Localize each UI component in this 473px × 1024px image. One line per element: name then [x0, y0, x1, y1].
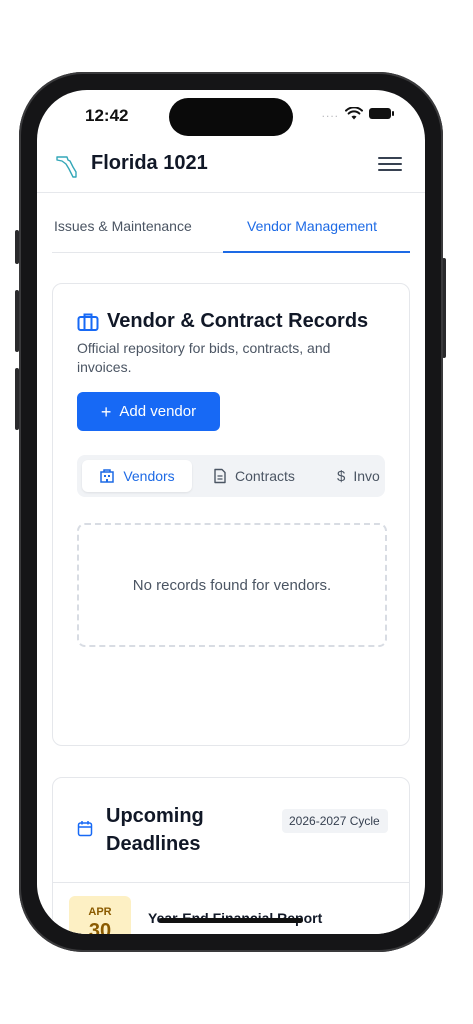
status-time: 12:42 — [85, 106, 129, 125]
battery-icon — [369, 107, 394, 119]
building-icon — [100, 469, 115, 483]
card-header: Vendor & Contract Records — [77, 310, 368, 333]
records-subtabs: Vendors Contracts $ Invo — [77, 455, 385, 497]
main-tabs: Issues & Maintenance Vendor Management — [52, 208, 410, 253]
hamburger-menu-icon[interactable] — [378, 153, 402, 175]
signal-icon: .... — [321, 106, 339, 120]
subtab-vendors[interactable]: Vendors — [82, 460, 192, 492]
dollar-icon: $ — [337, 467, 346, 485]
briefcase-icon — [77, 313, 99, 331]
subtab-contracts-label: Contracts — [235, 468, 295, 484]
upcoming-deadlines-card: Upcoming Deadlines 2026-2027 Cycle APR 3… — [52, 777, 410, 934]
cycle-badge: 2026-2027 Cycle — [282, 809, 388, 833]
active-tab-indicator — [223, 251, 410, 253]
subtab-contracts[interactable]: Contracts — [213, 460, 295, 492]
florida-state-outline-icon — [56, 156, 77, 178]
deadline-date-chip: APR 30 — [69, 896, 131, 934]
subtab-vendors-label: Vendors — [123, 468, 175, 484]
card-title: Vendor & Contract Records — [107, 310, 369, 332]
empty-state: No records found for vendors. — [77, 523, 387, 647]
home-indicator — [159, 918, 303, 923]
phone-screen: 12:42 .... Florida 1021 Issues & Mainten… — [37, 90, 425, 934]
status-icons: .... — [321, 106, 394, 120]
dynamic-island — [169, 98, 293, 136]
plus-icon: + — [100, 401, 112, 422]
wifi-icon — [345, 106, 363, 119]
app-title: Florida 1021 — [91, 152, 208, 174]
calendar-icon — [77, 821, 93, 837]
deadlines-divider — [53, 882, 409, 883]
vendor-contract-records-card: Vendor & Contract Records Official repos… — [52, 283, 410, 746]
card-description: Official repository for bids, contracts,… — [77, 340, 331, 375]
deadline-day: 30 — [88, 920, 112, 934]
empty-state-message: No records found for vendors. — [132, 576, 332, 594]
document-icon — [214, 468, 226, 484]
subtab-invoices-label: Invo — [353, 468, 380, 484]
tab-issues-maintenance[interactable]: Issues & Maintenance — [54, 218, 192, 234]
tab-vendor-management[interactable]: Vendor Management — [247, 218, 377, 234]
deadlines-title: Upcoming Deadlines — [106, 805, 204, 855]
add-vendor-label: Add vendor — [119, 403, 197, 420]
app-header: Florida 1021 — [37, 146, 425, 193]
deadline-month: APR — [88, 906, 112, 918]
add-vendor-button[interactable]: + Add vendor — [77, 392, 220, 431]
subtab-invoices[interactable]: $ Invo — [337, 460, 380, 492]
